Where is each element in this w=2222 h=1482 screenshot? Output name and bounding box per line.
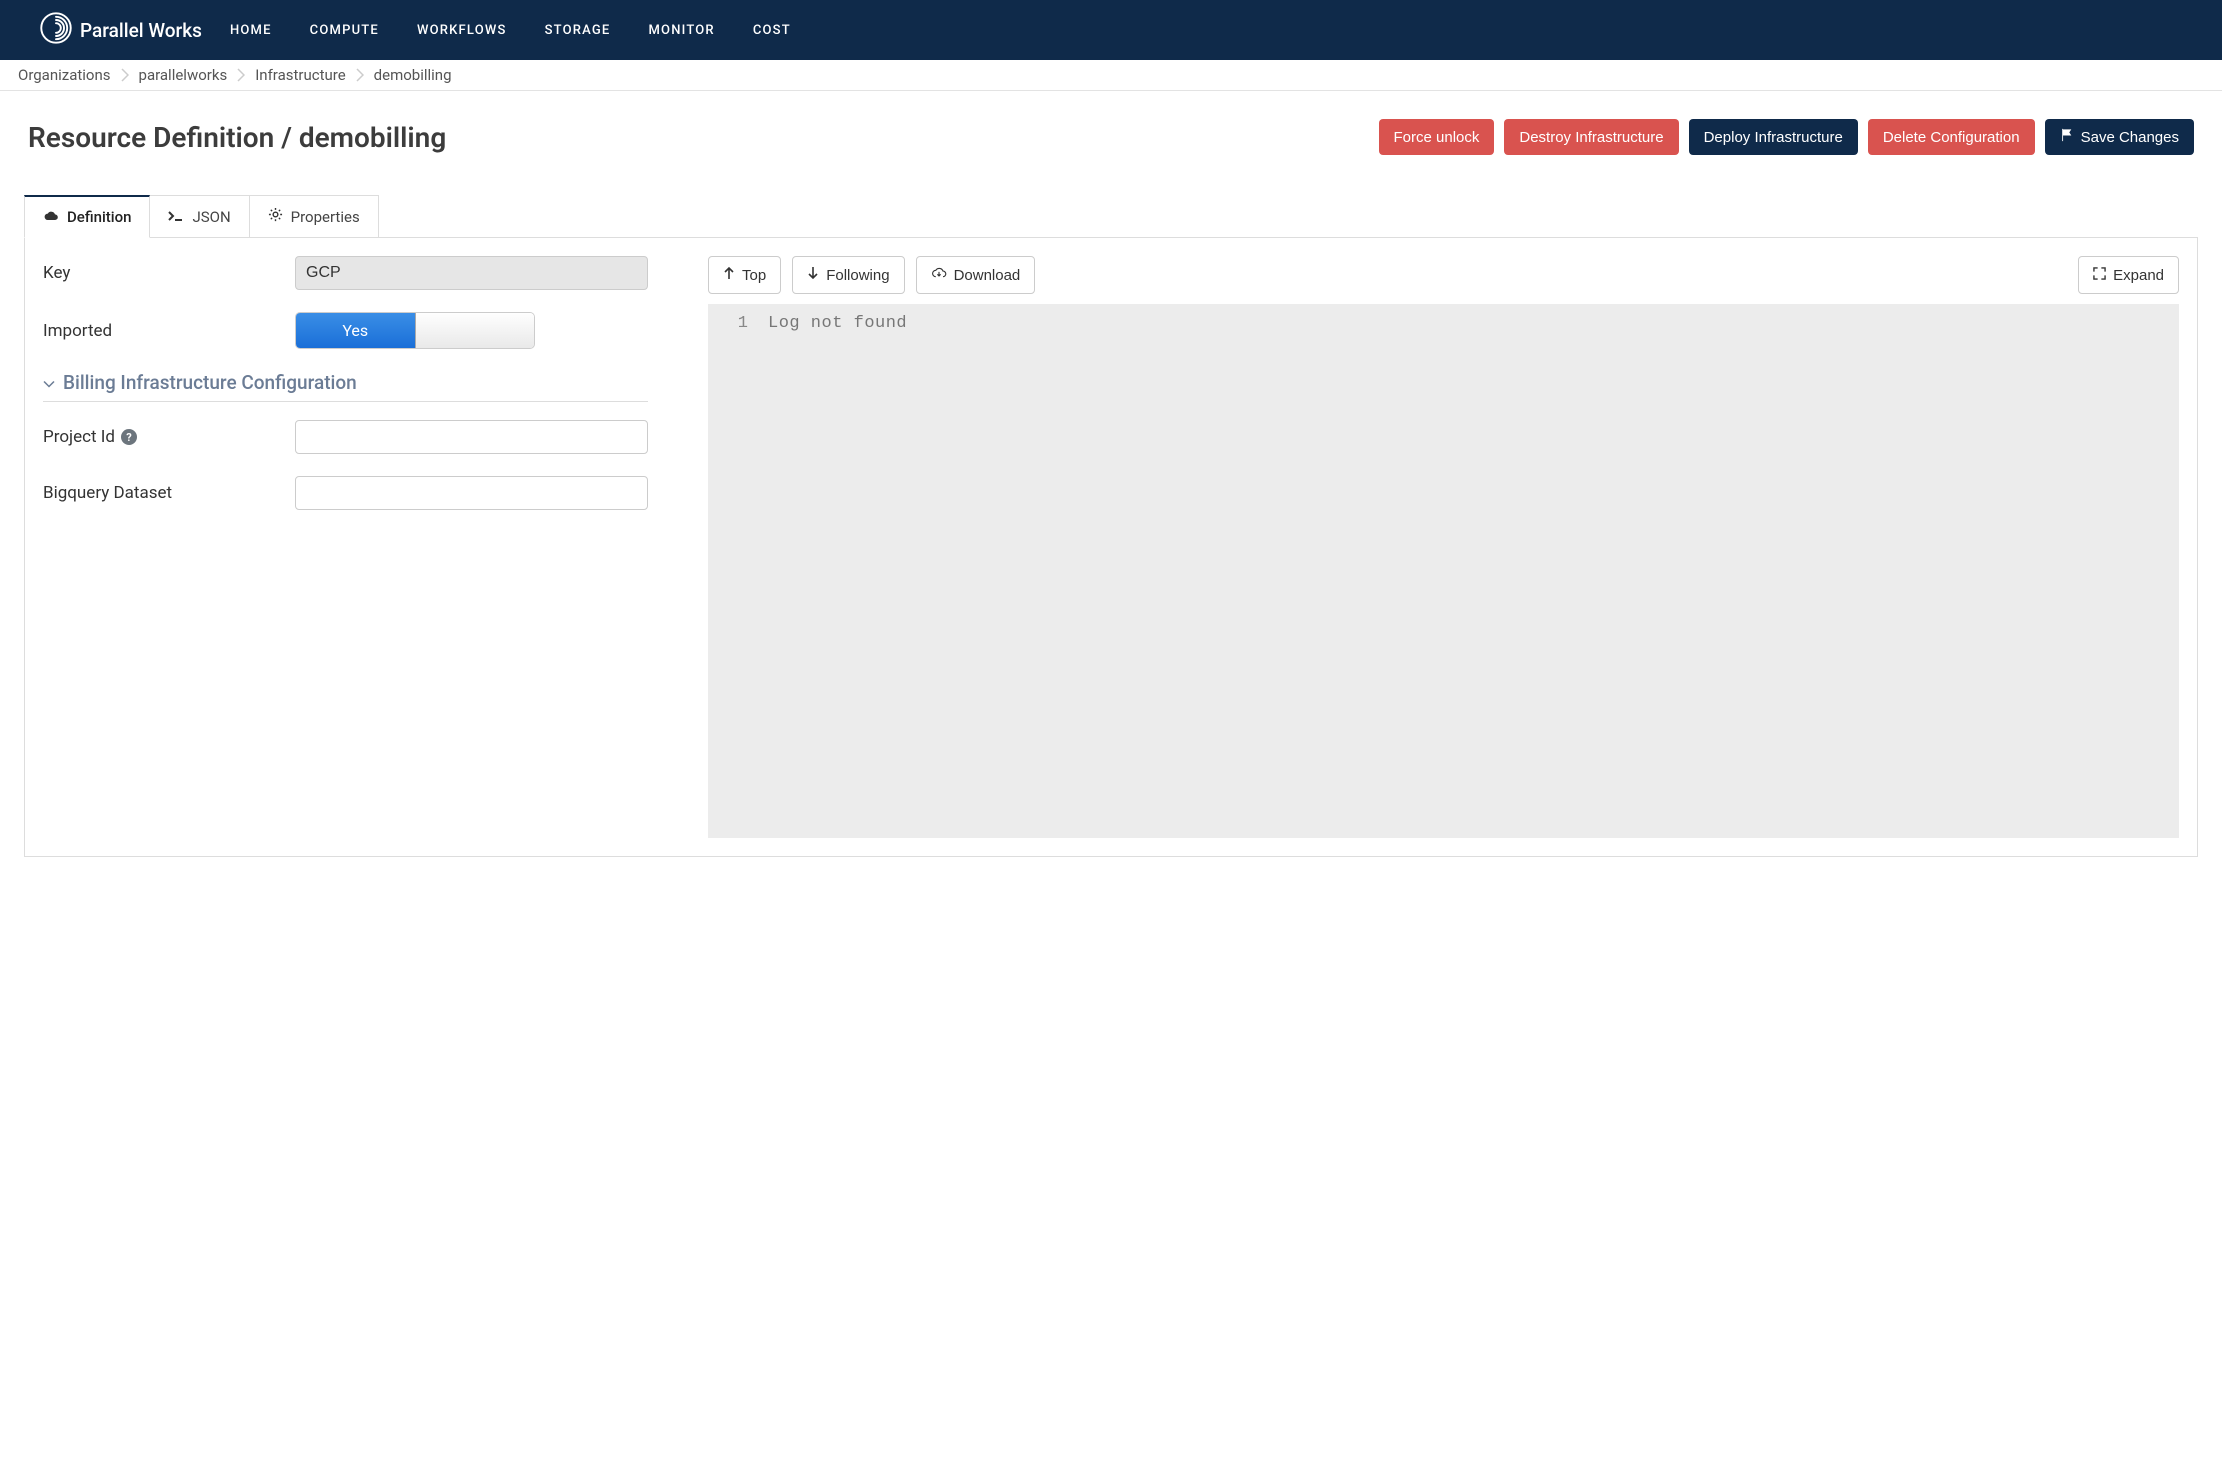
tab-content: Key Imported Yes Billing Infrastructure … <box>24 237 2198 857</box>
form-row-bigquery: Bigquery Dataset <box>43 476 648 510</box>
tab-definition-label: Definition <box>67 208 131 226</box>
tab-properties[interactable]: Properties <box>249 195 379 238</box>
log-line: 1 Log not found <box>708 314 2179 333</box>
log-top-button[interactable]: Top <box>708 256 781 294</box>
terminal-icon <box>168 208 184 226</box>
chevron-right-icon <box>121 68 129 82</box>
chevron-down-icon <box>43 371 55 394</box>
log-toolbar: Top Following Download Expand <box>708 256 2179 294</box>
project-id-label: Project Id ? <box>43 427 295 447</box>
bigquery-dataset-input[interactable] <box>295 476 648 510</box>
arrow-down-icon <box>807 266 819 284</box>
form-row-key: Key <box>43 256 648 290</box>
chevron-right-icon <box>356 68 364 82</box>
action-buttons: Force unlock Destroy Infrastructure Depl… <box>1379 119 2195 155</box>
imported-toggle[interactable]: Yes <box>295 312 535 349</box>
bigquery-label: Bigquery Dataset <box>43 483 295 503</box>
log-following-button[interactable]: Following <box>792 256 904 294</box>
save-changes-button[interactable]: Save Changes <box>2045 119 2194 155</box>
nav-compute[interactable]: COMPUTE <box>310 23 379 38</box>
form-row-imported: Imported Yes <box>43 312 648 349</box>
nav-cost[interactable]: COST <box>753 23 791 38</box>
breadcrumb-infrastructure[interactable]: Infrastructure <box>255 66 345 84</box>
breadcrumb-resource[interactable]: demobilling <box>374 66 452 84</box>
cloud-download-icon <box>931 267 947 284</box>
log-expand-label: Expand <box>2113 267 2164 284</box>
imported-toggle-yes[interactable]: Yes <box>296 313 416 348</box>
log-line-text: Log not found <box>768 314 907 333</box>
tab-json[interactable]: JSON <box>149 195 249 238</box>
billing-config-title: Billing Infrastructure Configuration <box>63 371 357 394</box>
breadcrumb-organizations[interactable]: Organizations <box>18 66 111 84</box>
log-panel: Top Following Download Expand 1 <box>708 256 2179 838</box>
log-top-label: Top <box>742 267 766 284</box>
key-label: Key <box>43 263 295 283</box>
chevron-right-icon <box>237 68 245 82</box>
tab-properties-label: Properties <box>291 208 360 226</box>
log-following-label: Following <box>826 267 889 284</box>
nav-monitor[interactable]: MONITOR <box>648 23 714 38</box>
gear-icon <box>268 207 283 226</box>
breadcrumb: Organizations parallelworks Infrastructu… <box>0 60 2222 91</box>
logo-icon <box>40 12 72 49</box>
cloud-icon <box>43 208 59 226</box>
tabs: Definition JSON Properties <box>24 195 2198 238</box>
brand-logo[interactable]: Parallel Works <box>40 12 202 49</box>
brand-name: Parallel Works <box>80 19 202 42</box>
definition-form: Key Imported Yes Billing Infrastructure … <box>43 256 648 838</box>
breadcrumb-org-name[interactable]: parallelworks <box>139 66 228 84</box>
billing-config-section-header[interactable]: Billing Infrastructure Configuration <box>43 371 648 402</box>
nav-storage[interactable]: STORAGE <box>545 23 611 38</box>
key-input <box>295 256 648 290</box>
log-download-button[interactable]: Download <box>916 256 1036 294</box>
force-unlock-button[interactable]: Force unlock <box>1379 119 1495 155</box>
log-viewer[interactable]: 1 Log not found <box>708 304 2179 838</box>
delete-configuration-button[interactable]: Delete Configuration <box>1868 119 2035 155</box>
log-line-number: 1 <box>708 314 768 333</box>
nav-home[interactable]: HOME <box>230 23 272 38</box>
top-nav: Parallel Works HOME COMPUTE WORKFLOWS ST… <box>0 0 2222 60</box>
project-id-input[interactable] <box>295 420 648 454</box>
help-icon[interactable]: ? <box>121 429 137 445</box>
tab-area: Definition JSON Properties Key Imported … <box>24 195 2198 857</box>
page-title: Resource Definition / demobilling <box>28 121 446 154</box>
form-row-project-id: Project Id ? <box>43 420 648 454</box>
tab-definition[interactable]: Definition <box>24 195 150 238</box>
nav-items: HOME COMPUTE WORKFLOWS STORAGE MONITOR C… <box>230 23 791 38</box>
nav-workflows[interactable]: WORKFLOWS <box>417 23 507 38</box>
flag-icon <box>2060 128 2074 146</box>
save-changes-label: Save Changes <box>2081 129 2179 146</box>
project-id-label-text: Project Id <box>43 427 115 447</box>
imported-label: Imported <box>43 321 295 341</box>
arrow-up-icon <box>723 266 735 284</box>
deploy-infrastructure-button[interactable]: Deploy Infrastructure <box>1689 119 1858 155</box>
page-header: Resource Definition / demobilling Force … <box>0 91 2222 155</box>
imported-toggle-no[interactable] <box>416 313 535 348</box>
log-download-label: Download <box>954 267 1021 284</box>
log-expand-button[interactable]: Expand <box>2078 256 2179 294</box>
expand-icon <box>2093 267 2106 284</box>
tab-json-label: JSON <box>192 208 230 226</box>
destroy-infrastructure-button[interactable]: Destroy Infrastructure <box>1504 119 1678 155</box>
